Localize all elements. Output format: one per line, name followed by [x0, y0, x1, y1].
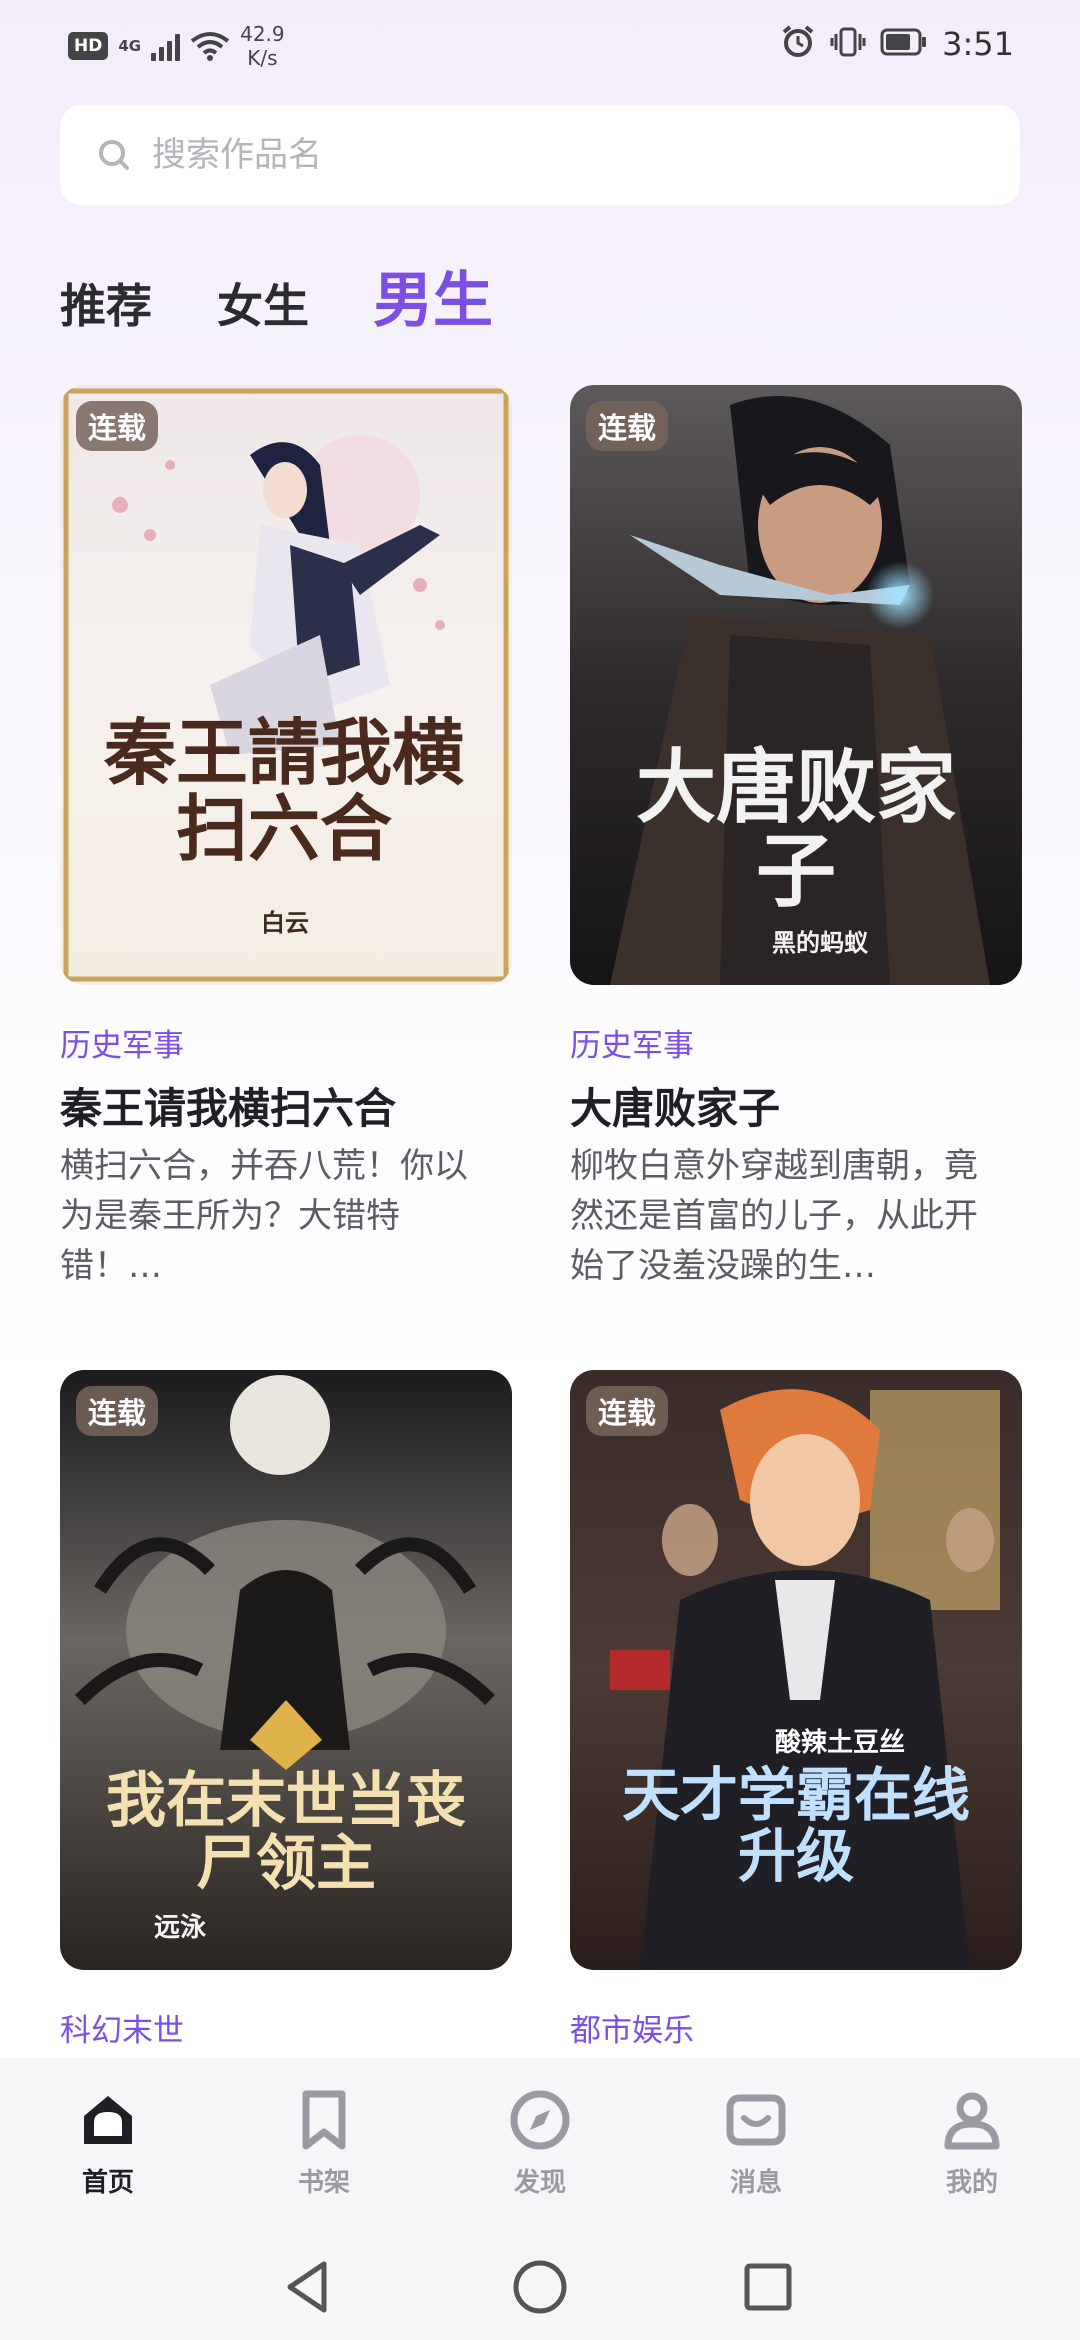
nav-home[interactable]: 首页	[48, 2088, 168, 2199]
tab-female[interactable]: 女生	[217, 270, 309, 336]
cover-title: 天才学霸在线升级	[621, 1761, 970, 1890]
wifi-icon	[190, 31, 230, 61]
status-badge: 连载	[586, 401, 669, 451]
status-badge: 连载	[76, 1386, 159, 1436]
book-card[interactable]: 酸辣土豆丝 天才学霸在线升级 连载 都市娱乐	[570, 1370, 1022, 2060]
nav-label-messages: 消息	[729, 2168, 782, 2198]
tab-recommend[interactable]: 推荐	[60, 270, 152, 336]
search-bar[interactable]	[60, 105, 1020, 205]
home-icon	[84, 2096, 132, 2144]
book-card[interactable]: 秦王請我横扫六合 白云 连载 历史军事 秦王请我横扫六合 横扫六合，并吞八荒！你…	[60, 385, 512, 1325]
bookmark-icon	[302, 2090, 346, 2150]
network-speed-value: 42.9	[240, 22, 285, 46]
recents-icon[interactable]	[733, 2252, 803, 2322]
nav-label-discover: 发现	[513, 2168, 566, 2198]
search-icon	[99, 140, 129, 170]
book-cover[interactable]: 秦王請我横扫六合 白云 连载	[60, 385, 512, 985]
network-speed: 42.9 K/s	[240, 22, 285, 70]
book-title[interactable]: 大唐败家子	[570, 1075, 780, 1136]
status-badge: 连载	[76, 401, 159, 451]
network-type: 4G	[118, 37, 142, 55]
cover-author: 黑的蚂蚁	[772, 928, 868, 957]
nav-label-bookshelf: 书架	[297, 2168, 350, 2198]
home-circle-icon[interactable]	[505, 2252, 575, 2322]
book-genre[interactable]: 科幻末世	[60, 2005, 184, 2050]
book-card[interactable]: 我在末世当丧尸领主 远泳 连载 科幻末世	[60, 1370, 512, 2060]
signal-icon	[151, 31, 181, 61]
back-icon[interactable]	[272, 2252, 342, 2322]
status-right: 3:51	[780, 24, 1014, 64]
book-genre[interactable]: 都市娱乐	[570, 2005, 694, 2050]
status-badge: 连载	[586, 1386, 669, 1436]
nav-discover[interactable]: 发现	[480, 2088, 600, 2199]
alarm-icon	[780, 24, 816, 64]
book-genre[interactable]: 历史军事	[570, 1020, 694, 1065]
cover-author: 酸辣土豆丝	[774, 1728, 905, 1758]
hd-indicator: HD	[68, 32, 109, 60]
search-input[interactable]	[152, 127, 972, 183]
status-bar: HD 4G 42.9 K/s 3:51	[0, 0, 1080, 96]
cover-author: 白云	[261, 908, 309, 937]
book-card[interactable]: 大唐败家子 黑的蚂蚁 连载 历史军事 大唐败家子 柳牧白意外穿越到唐朝，竟然还是…	[570, 385, 1022, 1325]
cover-author: 远泳	[153, 1913, 206, 1943]
book-description: 横扫六合，并吞八荒！你以为是秦王所为？大错特错！…	[60, 1146, 468, 1286]
book-genre[interactable]: 历史军事	[60, 1020, 184, 1065]
message-icon	[726, 2094, 786, 2146]
network-speed-unit: K/s	[247, 46, 278, 70]
vibrate-icon	[830, 24, 866, 64]
nav-label-profile: 我的	[945, 2168, 998, 2198]
book-cover[interactable]: 酸辣土豆丝 天才学霸在线升级 连载	[570, 1370, 1022, 1970]
book-cover[interactable]: 我在末世当丧尸领主 远泳 连载	[60, 1370, 512, 1970]
bottom-navigation: 首页 书架 发现 消息 我的	[0, 2058, 1080, 2238]
tab-male[interactable]: 男生	[373, 252, 493, 339]
nav-profile[interactable]: 我的	[912, 2088, 1032, 2199]
clock: 3:51	[942, 25, 1014, 63]
compass-icon	[510, 2090, 570, 2150]
nav-bookshelf[interactable]: 书架	[264, 2088, 384, 2199]
book-title[interactable]: 秦王请我横扫六合	[60, 1075, 396, 1136]
cover-title: 大唐败家子	[636, 740, 956, 918]
status-left: HD 4G 42.9 K/s	[68, 22, 285, 70]
cover-title: 我在末世当丧尸领主	[106, 1766, 466, 1899]
nav-messages[interactable]: 消息	[696, 2088, 816, 2199]
cover-title: 秦王請我横扫六合	[103, 710, 464, 871]
battery-icon	[880, 27, 928, 61]
nav-label-home: 首页	[81, 2168, 134, 2198]
profile-icon	[944, 2092, 1000, 2150]
system-navigation-bar	[0, 2238, 1080, 2340]
book-cover[interactable]: 大唐败家子 黑的蚂蚁 连载	[570, 385, 1022, 985]
book-description: 柳牧白意外穿越到唐朝，竟然还是首富的儿子，从此开始了没羞没躁的生…	[570, 1146, 978, 1286]
